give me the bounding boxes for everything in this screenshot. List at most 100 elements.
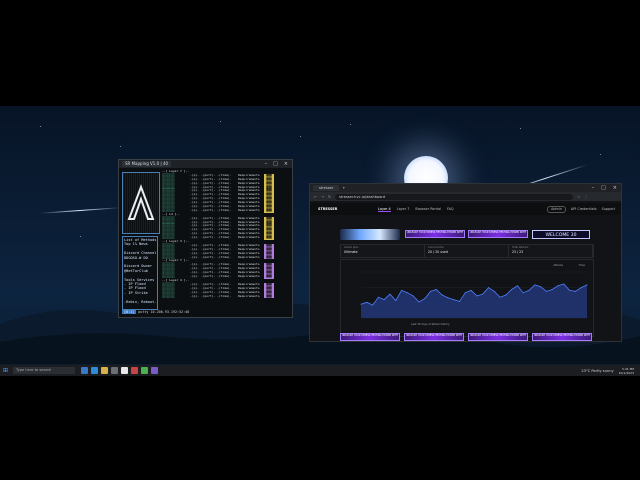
terminal-window[interactable]: SR Mapping V1.0 | 40 – □ × List of Methods…: [118, 159, 293, 318]
data-point: [528, 289, 530, 291]
maximize-icon[interactable]: □: [273, 161, 278, 167]
back-icon[interactable]: ←: [314, 195, 317, 199]
promo-banner[interactable]: UNLEASH YOUR STRESS TESTING POWER WITH: [405, 230, 465, 238]
close-icon[interactable]: ×: [284, 161, 288, 167]
data-point: [499, 296, 501, 298]
data-point: [424, 298, 426, 300]
browser-window[interactable]: stresser + – □ × ← → ↻ stresser.hvc.io/das…: [309, 183, 622, 342]
nav-right-item[interactable]: API Credentials: [571, 207, 597, 211]
welcome-banner: WELCOME 30: [532, 230, 590, 239]
stats-bar: Active plan Ultimate Concurrents 20 / 20 us…: [340, 244, 594, 258]
stat-value: 23 / 23: [512, 249, 524, 254]
data-point: [377, 296, 379, 298]
data-point: [459, 300, 461, 302]
data-point: [447, 297, 449, 299]
menu-line: Discord Channel: [124, 251, 157, 256]
data-point: [366, 301, 368, 303]
chart-svg: [360, 271, 588, 319]
terminal-app-icon[interactable]: [121, 367, 128, 374]
browser-tabbar: stresser + – □ ×: [310, 184, 621, 192]
promo-banner[interactable]: UNLEASH YOUR STRESS TESTING POWER WITH: [468, 230, 528, 238]
data-point: [534, 284, 536, 286]
data-point: [551, 288, 553, 290]
nav-right-item[interactable]: Admin: [547, 205, 566, 213]
nav-item[interactable]: Layer 4: [378, 207, 391, 212]
minimize-icon[interactable]: –: [592, 185, 595, 191]
promo-banner[interactable]: UNLEASH YOUR STRESS TESTING POWER WITH: [468, 333, 528, 341]
method-list: --[ Layer 7 ]-- ░░░░░░░ -(p)- -(port)- -(t…: [162, 169, 288, 299]
terminal-titlebar[interactable]: SR Mapping V1.0 | 40 – □ ×: [119, 160, 292, 168]
row-cell: ▓▓▓: [264, 294, 274, 299]
data-point: [522, 292, 524, 294]
forward-icon[interactable]: →: [321, 195, 324, 199]
data-point: [383, 299, 385, 301]
stat-card: Concurrents 20 / 20 used: [425, 245, 509, 257]
windows-start-icon[interactable]: ⊞: [0, 365, 11, 376]
data-point: [574, 290, 576, 292]
data-point: [540, 286, 542, 288]
pinned-apps: [81, 367, 158, 374]
app-icon-purple[interactable]: [151, 367, 158, 374]
chart-note: Last 30 days of attack history: [411, 323, 450, 326]
clock-date: 10/1/2023: [618, 370, 634, 375]
data-point: [516, 285, 518, 287]
data-point: [435, 288, 437, 290]
promo-banner[interactable]: UNLEASH YOUR STRESS TESTING POWER WITH: [340, 333, 400, 341]
legend-time[interactable]: Time: [579, 264, 585, 267]
star-icon[interactable]: ☆: [577, 195, 580, 199]
methods-panel: List of Methods Top 1% News Discord Chann…: [122, 236, 158, 310]
terminal-statusbar: [0:1] putty 10.206.93.192:52:46: [122, 310, 189, 315]
data-point: [580, 287, 582, 289]
reload-icon[interactable]: ↻: [328, 195, 331, 199]
edge-icon[interactable]: [91, 367, 98, 374]
data-point: [464, 292, 466, 294]
close-icon[interactable]: ×: [613, 185, 617, 191]
data-point: [360, 303, 362, 305]
desktop: SR Mapping V1.0 | 40 – □ × List of Methods…: [0, 106, 640, 376]
promo-banner[interactable]: UNLEASH YOUR STRESS TESTING POWER WITH: [404, 333, 464, 341]
taskbar: ⊞ Type here to search 23°C Partly sunny …: [0, 365, 640, 376]
data-point: [505, 294, 507, 296]
nav-item[interactable]: FAQ: [447, 207, 454, 212]
new-tab-icon[interactable]: +: [342, 186, 345, 190]
data-point: [487, 287, 489, 289]
data-point: [482, 293, 484, 295]
status-session: [0:1]: [122, 310, 137, 314]
stat-card: Total attacks 23 / 23: [509, 245, 593, 257]
nav-item[interactable]: Layer 7: [397, 207, 410, 212]
taskview-icon[interactable]: [81, 367, 88, 374]
method-row: ░░░░░░░ -(p)- -(port)- -(time)- Requiremen…: [162, 293, 288, 299]
row-cell: Requirements: [238, 293, 260, 298]
taskbar-search[interactable]: Type here to search: [13, 367, 75, 374]
legend-attacks[interactable]: Attacks: [553, 264, 563, 267]
data-point: [493, 290, 495, 292]
browser-tab[interactable]: stresser: [313, 185, 340, 191]
system-tray: 23°C Partly sunny 3:41 PM 10/1/2023: [581, 367, 640, 375]
stat-value: Ultimate: [344, 249, 358, 254]
data-point: [569, 289, 571, 291]
data-point: [441, 294, 443, 296]
nav-right-item[interactable]: Support: [602, 207, 615, 211]
nav-item[interactable]: Browser Rental: [415, 207, 441, 212]
menu-icon[interactable]: ⋮: [584, 195, 588, 199]
store-icon[interactable]: [111, 367, 118, 374]
chrome-icon[interactable]: [141, 367, 148, 374]
address-bar[interactable]: stresser.hvc.io/dashboard: [335, 193, 574, 200]
attack-chart: Attacks Time Last 30 days of attack hist…: [340, 259, 594, 337]
promo-banner[interactable]: UNLEASH YOUR STRESS TESTING POWER WITH: [532, 333, 592, 341]
maximize-icon[interactable]: □: [601, 185, 606, 191]
row-cell: ░░░░░░░: [162, 293, 175, 298]
minimize-icon[interactable]: –: [265, 161, 268, 167]
weather-widget[interactable]: 23°C Partly sunny: [581, 369, 613, 373]
explorer-icon[interactable]: [101, 367, 108, 374]
promo-image[interactable]: [340, 229, 400, 240]
data-point: [545, 290, 547, 292]
row-cell: -(p)- -(port)- -(time)-: [190, 293, 232, 298]
clock[interactable]: 3:41 PM 10/1/2023: [619, 367, 634, 375]
site-nav-right: Admin API Credentials Support: [547, 205, 621, 213]
data-point: [395, 300, 397, 302]
app-icon-red[interactable]: [131, 367, 138, 374]
stat-card: Active plan Ultimate: [341, 245, 425, 257]
site-brand[interactable]: STRESSER: [318, 207, 378, 211]
terminal-tab[interactable]: SR Mapping V1.0 | 40: [122, 161, 172, 167]
